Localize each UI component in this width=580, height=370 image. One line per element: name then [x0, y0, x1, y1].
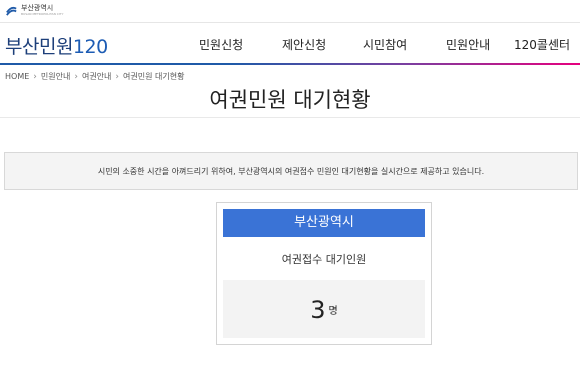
- brand-name: 부산민원: [5, 36, 73, 58]
- nav-item-complaint-guide[interactable]: 민원안내: [446, 36, 490, 53]
- count-box: 3명: [223, 280, 425, 338]
- chevron-right-icon: ›: [74, 71, 78, 82]
- breadcrumb: HOME › 민원안내 › 여권안내 › 여권민원 대기현황: [5, 71, 184, 82]
- breadcrumb-complaint-guide[interactable]: 민원안내: [41, 71, 70, 82]
- busan-emblem-icon: [6, 6, 17, 16]
- nav-gradient-bar: [0, 63, 580, 65]
- top-bar: 부산광역시 BUSAN METROPOLITAN CITY: [0, 0, 580, 23]
- nav-item-complaint-apply[interactable]: 민원신청: [199, 36, 243, 53]
- breadcrumb-home[interactable]: HOME: [5, 72, 29, 81]
- waiting-label: 여권접수 대기인원: [281, 253, 367, 266]
- title-divider: [0, 117, 580, 118]
- breadcrumb-current: 여권민원 대기현황: [123, 72, 185, 81]
- logo-subtext: BUSAN METROPOLITAN CITY: [21, 12, 64, 16]
- waiting-count: 3명: [223, 296, 425, 324]
- city-logo[interactable]: 부산광역시 BUSAN METROPOLITAN CITY: [5, 4, 63, 17]
- logo-text: 부산광역시: [21, 4, 54, 12]
- waiting-card: 부산광역시 여권접수 대기인원 3명: [216, 202, 432, 345]
- chevron-right-icon: ›: [115, 71, 120, 82]
- brand-number: 120: [72, 36, 108, 58]
- notice-text: 시민의 소중한 시간을 아껴드리기 위하여, 부산광역시의 여권접수 민원인 대…: [97, 167, 485, 176]
- nav-item-callcenter[interactable]: 120콜센터: [514, 36, 570, 53]
- page-title: 여권민원 대기현황: [209, 88, 371, 112]
- nav-item-participation[interactable]: 시민참여: [363, 36, 407, 53]
- chevron-right-icon: ›: [33, 71, 37, 82]
- waiting-count-value: 3: [310, 296, 326, 324]
- site-brand[interactable]: 부산민원120: [5, 32, 108, 59]
- waiting-count-unit: 명: [328, 306, 338, 317]
- card-header: 부산광역시: [223, 209, 425, 237]
- nav-item-proposal[interactable]: 제안신청: [282, 36, 326, 53]
- notice-box: 시민의 소중한 시간을 아껴드리기 위하여, 부산광역시의 여권접수 민원인 대…: [4, 152, 578, 190]
- breadcrumb-passport-guide[interactable]: 여권안내: [82, 71, 111, 82]
- site-header: 부산민원120 민원신청 제안신청 시민참여 민원안내 120콜센터: [0, 23, 580, 63]
